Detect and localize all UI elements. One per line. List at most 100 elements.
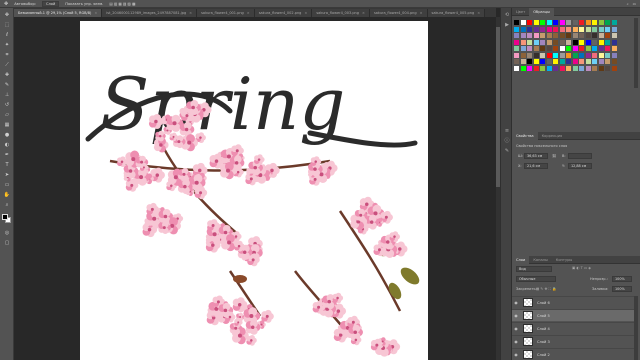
color-swatch[interactable] (585, 33, 591, 38)
color-swatch[interactable] (527, 26, 532, 32)
color-swatch[interactable] (611, 26, 617, 32)
workspace-icon[interactable]: ▭ (633, 2, 636, 6)
move-tool-icon[interactable]: ✥ (3, 12, 11, 18)
color-swatch[interactable] (553, 65, 558, 71)
color-swatch[interactable] (579, 20, 584, 25)
color-swatch[interactable] (585, 20, 591, 25)
color-swatch[interactable] (540, 65, 545, 71)
color-swatch[interactable] (605, 59, 610, 64)
color-swatch[interactable] (605, 20, 610, 25)
document-tab[interactable]: sakura_flower4_004.png × (369, 9, 428, 17)
marquee-tool-icon[interactable]: ⬚ (3, 22, 11, 28)
color-swatch[interactable] (520, 33, 526, 38)
color-swatch[interactable] (553, 20, 558, 25)
eraser-tool-icon[interactable]: ▱ (3, 112, 11, 118)
fill-field[interactable]: 100% (612, 286, 632, 292)
color-swatch[interactable] (546, 33, 552, 38)
blur-tool-icon[interactable]: ● (3, 132, 11, 138)
color-swatch[interactable] (611, 39, 617, 45)
color-swatch[interactable] (520, 20, 526, 25)
color-swatch[interactable] (514, 65, 519, 71)
pen-tool-icon[interactable]: ✒ (3, 152, 11, 158)
color-swatch[interactable] (598, 59, 604, 64)
x-field[interactable]: 21,6 см (524, 163, 548, 169)
tab-swatches[interactable]: Образцы (529, 7, 554, 16)
color-swatch[interactable] (559, 52, 565, 58)
color-swatch[interactable] (598, 52, 604, 58)
close-icon[interactable]: × (94, 11, 97, 15)
close-icon[interactable]: × (420, 11, 423, 15)
color-swatch[interactable] (592, 65, 597, 71)
color-swatch[interactable] (527, 20, 532, 25)
search-icon[interactable]: ⌕ (627, 2, 629, 6)
color-swatch[interactable] (540, 33, 545, 38)
layer-row[interactable]: ◉ Слой 2 (512, 348, 634, 360)
color-swatch[interactable] (592, 46, 597, 51)
color-swatch[interactable] (572, 46, 578, 51)
color-swatch[interactable] (566, 65, 571, 71)
color-swatch[interactable] (579, 26, 584, 32)
move-tool-icon[interactable]: ✥ (4, 1, 8, 7)
color-swatch[interactable] (559, 59, 565, 64)
eyedropper-icon[interactable]: ⟋ (3, 62, 11, 68)
color-swatch[interactable] (559, 46, 565, 51)
clone-stamp-icon[interactable]: ⊥ (3, 92, 11, 98)
width-field[interactable]: 36,63 см (524, 153, 548, 159)
color-swatch[interactable] (540, 39, 545, 45)
color-swatch[interactable] (520, 65, 526, 71)
color-swatch[interactable] (546, 65, 552, 71)
align-icons[interactable]: ▤ ▥ ▦ ▧ ▨ ▩ (109, 2, 135, 6)
document-tab[interactable]: ist_2046000112989_images_2497887081.jpg × (102, 9, 198, 17)
tab-paths[interactable]: Контуры (552, 258, 576, 262)
color-swatch[interactable] (546, 46, 552, 51)
color-swatch[interactable] (533, 46, 539, 51)
color-swatch[interactable] (559, 39, 565, 45)
document-canvas[interactable]: Spring (80, 21, 428, 360)
layer-kind-filter[interactable]: Вид (516, 266, 552, 272)
color-swatch[interactable] (598, 26, 604, 32)
dodge-tool-icon[interactable]: ◐ (3, 142, 11, 148)
color-swatch[interactable] (533, 52, 539, 58)
color-swatch[interactable] (598, 46, 604, 51)
color-swatch[interactable] (566, 59, 571, 64)
color-swatch[interactable] (527, 59, 532, 64)
color-swatch[interactable] (572, 33, 578, 38)
color-swatch[interactable] (553, 59, 558, 64)
color-swatch[interactable] (585, 39, 591, 45)
hand-tool-icon[interactable]: ✋ (3, 192, 11, 198)
color-swatch[interactable] (514, 33, 519, 38)
color-swatch[interactable] (514, 52, 519, 58)
color-swatch[interactable] (546, 39, 552, 45)
eye-icon[interactable]: ◉ (512, 339, 520, 344)
screen-mode-icon[interactable]: ▢ (3, 240, 11, 246)
document-tab[interactable]: Безымянный-1 @ 29,1% (Слой 5, RGB/8) × (14, 9, 103, 17)
color-swatch[interactable] (559, 65, 565, 71)
color-swatch[interactable] (566, 46, 571, 51)
tab-adjustments[interactable]: Коррекция (538, 134, 567, 138)
color-swatch[interactable] (546, 52, 552, 58)
color-swatch[interactable] (527, 52, 532, 58)
color-swatch[interactable] (533, 65, 539, 71)
color-swatch[interactable] (553, 46, 558, 51)
swatches-scrollbar[interactable] (634, 18, 638, 88)
color-swatch[interactable] (540, 46, 545, 51)
eye-icon[interactable]: ◉ (512, 313, 520, 318)
document-tab[interactable]: sakura_flower4_005.png × (427, 9, 486, 17)
y-field[interactable]: 12,88 см (568, 163, 592, 169)
color-swatch[interactable] (514, 39, 519, 45)
color-swatch[interactable] (579, 33, 584, 38)
color-swatch[interactable] (553, 39, 558, 45)
color-swatch[interactable] (592, 39, 597, 45)
tab-channels[interactable]: Каналы (529, 258, 551, 262)
color-swatch[interactable] (527, 39, 532, 45)
color-swatch[interactable] (611, 52, 617, 58)
color-swatch[interactable] (540, 26, 545, 32)
color-swatch[interactable] (540, 59, 545, 64)
color-swatch[interactable] (559, 33, 565, 38)
color-swatch[interactable] (598, 65, 604, 71)
lock-icons[interactable]: ▦ ✎ ✥ ⛶ 🔒 (536, 287, 556, 291)
color-swatch[interactable] (527, 33, 532, 38)
color-swatch[interactable] (572, 52, 578, 58)
color-swatch[interactable] (553, 52, 558, 58)
crop-tool-icon[interactable]: ⌗ (3, 52, 11, 58)
